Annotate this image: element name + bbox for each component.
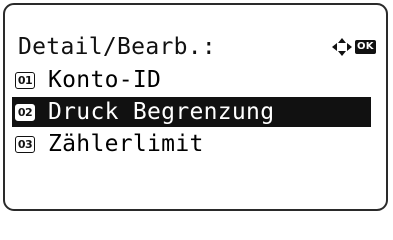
screen-title: Detail/Bearb.: <box>18 34 217 60</box>
ok-key-icon: OK <box>355 40 376 54</box>
item-number-badge: 03 <box>15 135 35 153</box>
menu-item-label: Zählerlimit <box>48 131 204 157</box>
four-way-arrows-icon <box>332 38 352 56</box>
menu-item-druck-begrenzung[interactable]: 02 Druck Begrenzung <box>12 97 371 127</box>
menu-item-label: Druck Begrenzung <box>48 99 275 125</box>
item-number-badge: 02 <box>15 103 35 121</box>
item-number-badge: 01 <box>15 71 35 89</box>
menu-item-label: Konto-ID <box>48 67 162 93</box>
menu-item-konto-id[interactable]: 01 Konto-ID <box>15 65 161 95</box>
navigation-hint: OK <box>332 32 376 62</box>
menu-item-zaehlerlimit[interactable]: 03 Zählerlimit <box>15 129 204 159</box>
lcd-display: Detail/Bearb.: OK 01 Konto-ID 02 Druck B… <box>3 3 388 211</box>
